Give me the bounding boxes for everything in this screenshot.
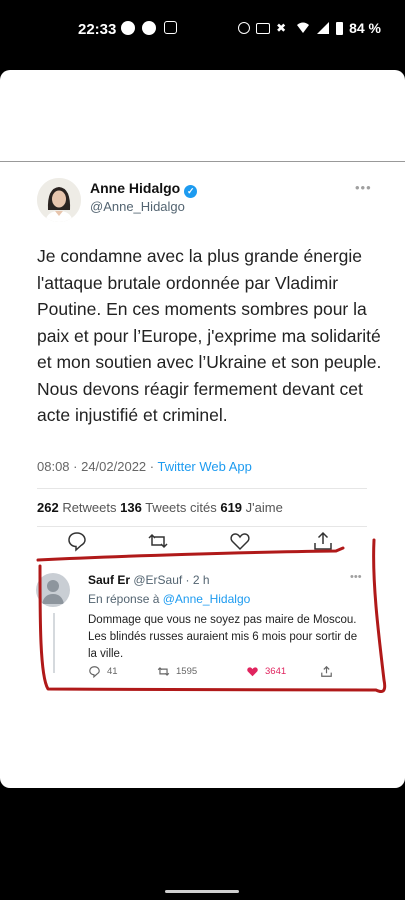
battery-icon: [336, 21, 344, 35]
author-name-text: Anne Hidalgo: [90, 180, 181, 196]
status-bar: 22:33 ✖ 84 %: [0, 0, 405, 60]
in-reply-handle[interactable]: @Anne_Hidalgo: [163, 592, 251, 606]
like-icon[interactable]: [229, 530, 251, 552]
reply-retweets-count: 1595: [176, 666, 198, 677]
separator: [37, 488, 367, 489]
screenshot-card: Anne Hidalgo ✓ @Anne_Hidalgo ••• Je conda…: [0, 70, 405, 788]
reply-author-handle: @ErSauf · 2 h: [130, 573, 210, 587]
reply-tweet: Sauf Er @ErSauf · 2 h ••• En réponse à @…: [20, 565, 385, 685]
likes-label: J'aime: [242, 500, 283, 515]
signal-icon: [316, 21, 330, 35]
reply-author-name: Sauf Er: [88, 573, 131, 587]
avatar[interactable]: [37, 178, 81, 222]
reply-text: Dommage que vous ne soyez pas maire de M…: [88, 614, 358, 660]
thread-line: [53, 613, 55, 673]
reply-like-button[interactable]: 3641: [246, 665, 286, 678]
quotes-count[interactable]: 136: [120, 500, 142, 515]
wifi-icon: [296, 21, 310, 35]
messenger-icon: [121, 21, 135, 35]
status-time: 22:33: [78, 21, 117, 38]
tweet-stats: 262 Retweets 136 Tweets cités 619 J'aime: [37, 500, 283, 515]
share-icon[interactable]: [312, 530, 334, 552]
retweets-count[interactable]: 262: [37, 500, 59, 515]
in-reply-prefix: En réponse à: [88, 592, 163, 606]
author-name[interactable]: Anne Hidalgo ✓: [90, 180, 198, 198]
liked-heart-icon: [247, 667, 258, 677]
hd-voice-icon: [256, 22, 271, 34]
reply-retweet-button[interactable]: 1595: [157, 665, 197, 678]
verified-badge-icon: ✓: [184, 185, 198, 198]
retweet-icon: [157, 667, 170, 676]
separator: [37, 526, 367, 527]
tweet-meta: 08:08 · 24/02/2022 · Twitter Web App: [37, 459, 252, 474]
battery-level: 84 %: [349, 20, 381, 36]
reply-author[interactable]: Sauf Er @ErSauf · 2 h: [88, 573, 210, 587]
likes-count[interactable]: 619: [220, 500, 242, 515]
reply-reply-button[interactable]: 41: [88, 665, 118, 678]
reply-more-options-icon[interactable]: •••: [350, 571, 362, 583]
tweet-timestamp: 08:08 · 24/02/2022 ·: [37, 459, 158, 474]
reply-replies-count: 41: [107, 666, 118, 677]
retweet-icon[interactable]: [147, 530, 169, 552]
retweets-label: Retweets: [58, 500, 121, 515]
home-indicator[interactable]: [165, 890, 239, 893]
more-options-icon[interactable]: •••: [355, 180, 372, 195]
quotes-label: Tweets cités: [141, 500, 221, 515]
tweet-source-app[interactable]: Twitter Web App: [157, 459, 251, 474]
tweet-text: Je condamne avec la plus grande énergie …: [37, 246, 382, 425]
messenger-icon: [142, 21, 156, 35]
reply-icon[interactable]: [66, 530, 88, 552]
reply-share-button[interactable]: [320, 665, 333, 678]
reply-icon: [89, 666, 100, 678]
tweet: Anne Hidalgo ✓ @Anne_Hidalgo ••• Je conda…: [20, 166, 385, 754]
alarm-icon: [238, 22, 251, 34]
mute-icon: ✖: [276, 21, 287, 35]
divider: [0, 161, 405, 162]
reply-likes-count: 3641: [265, 666, 287, 677]
default-avatar-icon[interactable]: [36, 573, 70, 607]
system-indicators: ✖ 84 %: [238, 20, 381, 36]
instagram-icon: [164, 21, 177, 34]
author-handle[interactable]: @Anne_Hidalgo: [90, 199, 185, 214]
in-reply-to: En réponse à @Anne_Hidalgo: [88, 592, 250, 606]
share-icon: [321, 665, 332, 677]
reply-actions: 41 1595 3641: [88, 665, 358, 681]
